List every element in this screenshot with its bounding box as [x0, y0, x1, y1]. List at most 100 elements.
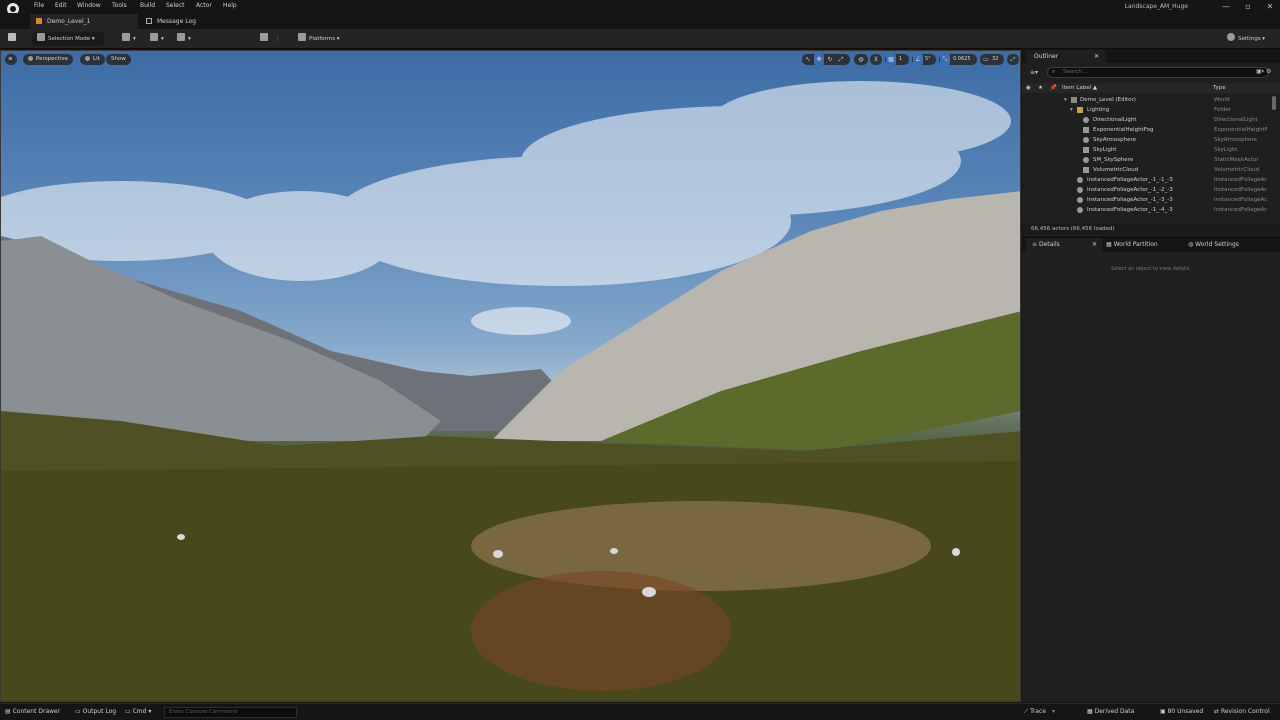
- platforms-icon: [298, 33, 306, 41]
- eject-icon[interactable]: [260, 32, 271, 46]
- menu-window[interactable]: Window: [77, 2, 101, 9]
- console-command-input[interactable]: Enter Console Command: [164, 707, 297, 718]
- outliner-row[interactable]: ▾ Demo_Level (Editor) World: [1022, 95, 1280, 105]
- perspective-button[interactable]: Perspective: [23, 54, 73, 65]
- maximize-button[interactable]: ▫: [1241, 1, 1255, 12]
- row-label: InstancedFoliageActor_-1_-4_-3: [1087, 207, 1173, 213]
- row-type: World: [1214, 97, 1230, 103]
- revision-control-button[interactable]: ⇄ Revision Control: [1214, 708, 1270, 715]
- row-type: ExponentialHeightF: [1214, 127, 1268, 133]
- tab-outliner[interactable]: Outliner ✕: [1026, 50, 1106, 63]
- surface-snap-button[interactable]: ⊻: [870, 54, 882, 65]
- row-label: ExponentialHeightFog: [1093, 127, 1154, 133]
- trace-dropdown[interactable]: ▾: [1052, 708, 1055, 715]
- outliner-search-input[interactable]: ⌕ Search... ▾: [1047, 67, 1269, 78]
- trace-button[interactable]: ⟋ Trace: [1024, 708, 1046, 716]
- menu-file[interactable]: File: [34, 2, 44, 9]
- blueprint-icon[interactable]: ▾: [150, 32, 164, 46]
- outliner-row[interactable]: VolumetricCloud VolumetricCloud: [1022, 165, 1280, 175]
- save-icon[interactable]: [8, 32, 19, 46]
- menu-help[interactable]: Help: [223, 2, 237, 9]
- close-window-button[interactable]: ✕: [1263, 1, 1277, 12]
- viewport-menu-button[interactable]: ≡: [5, 54, 17, 65]
- close-outliner-icon[interactable]: ✕: [1094, 50, 1099, 63]
- camera-icon: [28, 55, 33, 61]
- outliner-row[interactable]: SkyLight SkyLight: [1022, 145, 1280, 155]
- type-column[interactable]: Type: [1213, 83, 1226, 93]
- row-label: SkyLight: [1093, 147, 1117, 153]
- menu-select[interactable]: Select: [166, 2, 185, 9]
- menu-tools[interactable]: Tools: [112, 2, 127, 9]
- outliner-row[interactable]: InstancedFoliageActor_-1_-3_-3 Instanced…: [1022, 195, 1280, 205]
- output-log-label: Output Log: [82, 708, 117, 715]
- item-label-column[interactable]: Item Label ▲: [1062, 83, 1097, 93]
- surface-snap-icon: ⊻: [873, 56, 879, 63]
- show-button[interactable]: Show: [106, 54, 131, 65]
- row-type: VolumetricCloud: [1214, 167, 1260, 173]
- search-icon: ⌕: [1052, 69, 1056, 75]
- content-drawer-button[interactable]: ▤ Content Drawer: [5, 708, 60, 715]
- filter-icon[interactable]: ≡▾: [1030, 69, 1038, 76]
- lit-icon: [85, 55, 90, 61]
- perspective-label: Perspective: [36, 56, 68, 62]
- selection-mode-dropdown[interactable]: Selection Mode ▾: [32, 32, 104, 46]
- rotate-tool-icon[interactable]: ↻: [825, 54, 835, 65]
- menu-edit[interactable]: Edit: [55, 2, 67, 9]
- translate-tool-icon[interactable]: ✥: [814, 54, 824, 65]
- revision-control-label: Revision Control: [1220, 708, 1270, 715]
- row-type: StaticMeshActor: [1214, 157, 1259, 163]
- tab-level-label: Demo_Level_1: [47, 18, 91, 25]
- derived-data-button[interactable]: ▦ Derived Data: [1087, 708, 1134, 715]
- add-content-icon[interactable]: ▾: [122, 32, 136, 46]
- outliner-row[interactable]: InstancedFoliageActor_-1_-2_-3 Instanced…: [1022, 185, 1280, 195]
- show-label: Show: [111, 56, 126, 62]
- selection-mode-label: Selection Mode: [48, 36, 91, 42]
- add-folder-icon[interactable]: ▣: [1256, 68, 1262, 75]
- axis-gizmo-icon: ⌐: [6, 681, 12, 688]
- maximize-viewport-button[interactable]: ⤢: [1007, 54, 1019, 65]
- visibility-column-icon[interactable]: ◉: [1026, 83, 1031, 93]
- more-options-icon[interactable]: ⋮: [275, 32, 281, 46]
- grid-snap-control[interactable]: ▦ 1: [885, 54, 909, 65]
- minimize-button[interactable]: —: [1219, 1, 1233, 12]
- trace-label: Trace: [1030, 708, 1047, 715]
- status-bar: ▤ Content Drawer ▭ Output Log ▭ Cmd ▾ En…: [0, 703, 1280, 720]
- camera-speed-control[interactable]: ▭ 32: [980, 54, 1004, 65]
- select-tool-icon[interactable]: ↖: [803, 54, 813, 65]
- row-type: InstancedFoliageAc: [1214, 187, 1268, 193]
- row-type: Folder: [1214, 107, 1231, 113]
- outliner-row[interactable]: InstancedFoliageActor_-1_-1_-3 Instanced…: [1022, 175, 1280, 185]
- unsaved-button[interactable]: ▣ 80 Unsaved: [1160, 708, 1203, 715]
- cmd-dropdown[interactable]: ▭ Cmd ▾: [125, 708, 151, 715]
- rotation-snap-control[interactable]: ∠ 5°: [912, 54, 936, 65]
- cinematics-icon[interactable]: ▾: [177, 32, 191, 46]
- outliner-row[interactable]: DirectionalLight DirectionalLight: [1022, 115, 1280, 125]
- scale-tool-icon[interactable]: ⤢: [836, 54, 846, 65]
- settings-dropdown[interactable]: Settings ▾: [1227, 32, 1265, 46]
- world-local-button[interactable]: ◍: [854, 54, 868, 65]
- outliner-row[interactable]: ▾ Lighting Folder: [1022, 105, 1280, 115]
- level-viewport[interactable]: ≡ Perspective Lit Show ↖ ✥ ↻ ⤢ ◍ ⊻ ▦ 1 ∠…: [0, 50, 1021, 702]
- outliner-row[interactable]: ExponentialHeightFog ExponentialHeightF: [1022, 125, 1280, 135]
- row-label: Lighting: [1087, 107, 1110, 113]
- tab-message-log[interactable]: Message Log: [140, 14, 202, 29]
- outliner-row[interactable]: InstancedFoliageActor_-1_-4_-3 Instanced…: [1022, 205, 1280, 215]
- close-details-icon[interactable]: ✕: [1092, 238, 1097, 252]
- menu-actor[interactable]: Actor: [196, 2, 212, 9]
- lit-button[interactable]: Lit: [80, 54, 105, 65]
- platforms-dropdown[interactable]: Platforms ▾: [298, 32, 340, 46]
- outliner-scrollbar[interactable]: [1272, 96, 1276, 110]
- outliner-row[interactable]: SkyAtmosphere SkyAtmosphere: [1022, 135, 1280, 145]
- lit-label: Lit: [93, 56, 100, 62]
- tab-level[interactable]: Demo_Level_1: [30, 14, 138, 29]
- tab-world-settings[interactable]: ◍ World Settings: [1188, 238, 1239, 252]
- scale-snap-control[interactable]: ⤡ 0.0625: [939, 54, 977, 65]
- tab-world-partition[interactable]: ▦ World Partition: [1106, 238, 1158, 252]
- tab-details[interactable]: ≡ Details ✕: [1026, 238, 1102, 252]
- outliner-row[interactable]: SM_SkySphere StaticMeshActor: [1022, 155, 1280, 165]
- outliner-settings-icon[interactable]: ⚙: [1266, 68, 1271, 75]
- pin-column-icon[interactable]: 📌: [1050, 83, 1057, 93]
- favorite-column-icon[interactable]: ★: [1038, 83, 1043, 93]
- menu-build[interactable]: Build: [140, 2, 155, 9]
- output-log-button[interactable]: ▭ Output Log: [75, 708, 116, 715]
